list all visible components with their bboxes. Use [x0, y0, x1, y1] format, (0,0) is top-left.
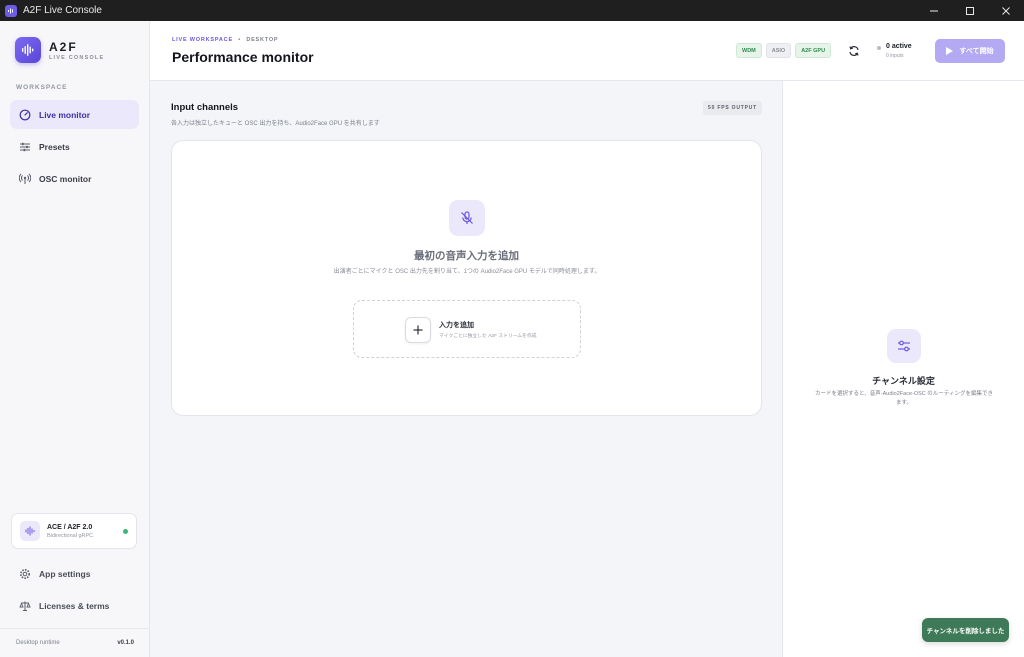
maximize-icon[interactable] [952, 0, 988, 21]
sidebar-item-label: OSC monitor [39, 173, 92, 184]
empty-state-card: 最初の音声入力を追加 出演者ごとにマイクと OSC 出力先を割り当て、1つの A… [171, 140, 762, 416]
sidebar-item-label: Presets [39, 141, 70, 152]
waveform-logo-icon [15, 37, 41, 63]
driver-badges: WDM ASIO A2F GPU [736, 43, 835, 58]
fps-badge: 50 FPS OUTPUT [703, 101, 763, 115]
mic-off-icon [449, 200, 485, 236]
runtime-subtitle: Bidirectional gRPC [47, 532, 94, 539]
status-dot [123, 529, 128, 534]
breadcrumb-desktop: DESKTOP [246, 37, 279, 43]
workspace-section-label: WORKSPACE [16, 84, 68, 91]
active-status: 0 active 0 inputs [877, 43, 912, 59]
minimize-icon[interactable] [916, 0, 952, 21]
sidebar: A2F LIVE CONSOLE WORKSPACE Live monitor … [0, 21, 150, 657]
sidebar-item-licenses[interactable]: Licenses & terms [10, 591, 139, 620]
settings-sliders-icon [887, 329, 921, 363]
section-title: Input channels [171, 102, 239, 113]
plus-icon [405, 317, 431, 343]
play-icon [946, 47, 954, 55]
sidebar-item-app-settings[interactable]: App settings [10, 559, 139, 588]
sidebar-item-live-monitor[interactable]: Live monitor [10, 100, 139, 129]
close-icon[interactable] [988, 0, 1024, 21]
add-input-title: 入力を追加 [439, 322, 474, 329]
status-dot [877, 46, 881, 50]
runtime-title: ACE / A2F 2.0 [47, 523, 93, 531]
broadcast-icon [18, 172, 31, 185]
sidebar-item-label: App settings [39, 568, 91, 579]
sidebar-item-label: Licenses & terms [39, 600, 110, 611]
panel-title: チャンネル設定 [872, 376, 935, 386]
brand-name: A2F [49, 39, 78, 54]
section-subtitle: 各入力は独立したキューと OSC 出力を持ち、Audio2Face GPU を共… [171, 121, 380, 127]
start-all-button[interactable]: すべて開始 [935, 39, 1005, 63]
scale-icon [18, 599, 31, 612]
page-title: Performance monitor [172, 49, 314, 65]
empty-state-subtitle: 出演者ごとにマイクと OSC 出力先を割り当て、1つの Audio2Face G… [333, 269, 601, 275]
add-input-button[interactable]: 入力を追加 マイクごとに独立した A2F ストリームを作成 [353, 300, 581, 358]
version-label: v0.1.0 [117, 640, 134, 646]
sidebar-footer: Desktop runtime v0.1.0 [0, 628, 150, 657]
active-count: 0 active [886, 43, 912, 50]
sidebar-item-osc-monitor[interactable]: OSC monitor [10, 164, 139, 193]
breadcrumb: LIVE WORKSPACE • DESKTOP [172, 37, 278, 43]
refresh-icon[interactable] [847, 44, 861, 58]
inputs-count: 0 inputs [886, 53, 904, 59]
breadcrumb-separator: • [238, 37, 241, 43]
gauge-icon [18, 108, 31, 121]
empty-state-title: 最初の音声入力を追加 [414, 250, 519, 262]
waveform-icon [20, 521, 40, 541]
add-input-subtitle: マイクごとに独立した A2F ストリームを作成 [439, 334, 537, 339]
panel-subtitle: カードを選択すると、音声‑Audio2Face‑OSC のルーティングを編集でき… [815, 391, 993, 406]
channel-settings-panel: チャンネル設定 カードを選択すると、音声‑Audio2Face‑OSC のルーテ… [782, 81, 1024, 657]
sliders-icon [18, 140, 31, 153]
main-content: Input channels 各入力は独立したキューと OSC 出力を持ち、Au… [150, 81, 782, 657]
sidebar-nav: Live monitor Presets OSC monitor [10, 100, 139, 196]
brand: A2F LIVE CONSOLE [15, 37, 104, 63]
runtime-label: Desktop runtime [16, 640, 60, 646]
sidebar-bottom-nav: App settings Licenses & terms [10, 559, 139, 623]
runtime-status-card[interactable]: ACE / A2F 2.0 Bidirectional gRPC [11, 513, 137, 549]
toast-notification[interactable]: チャンネルを削除しました [922, 618, 1009, 642]
a2f-gpu-badge: A2F GPU [795, 43, 832, 58]
page-header: LIVE WORKSPACE • DESKTOP Performance mon… [150, 21, 1024, 81]
brand-subtitle: LIVE CONSOLE [49, 54, 105, 61]
wdm-badge: WDM [736, 43, 762, 58]
window-titlebar: A2F Live Console [0, 0, 1024, 21]
asio-badge: ASIO [765, 43, 792, 58]
sidebar-item-label: Live monitor [39, 109, 91, 120]
window-title: A2F Live Console [23, 5, 102, 16]
start-all-label: すべて開始 [959, 48, 994, 55]
sidebar-item-presets[interactable]: Presets [10, 132, 139, 161]
gear-icon [18, 567, 31, 580]
breadcrumb-workspace[interactable]: LIVE WORKSPACE [172, 37, 233, 43]
app-logo-icon [5, 4, 17, 17]
